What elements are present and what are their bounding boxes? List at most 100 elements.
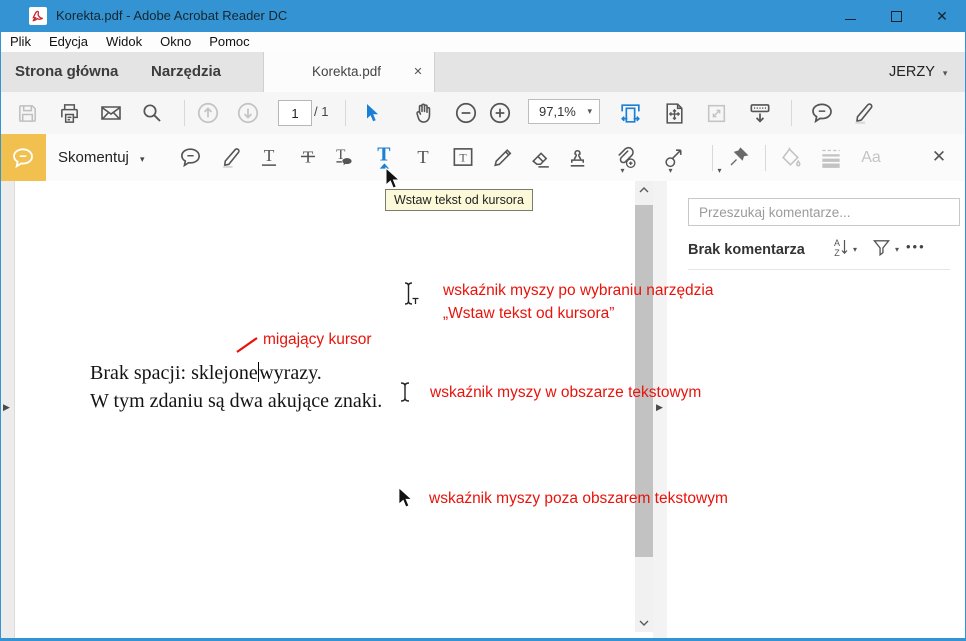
- paperclip-plus-icon: [613, 145, 638, 170]
- zoom-level-select[interactable]: 97,1% ▾: [528, 99, 600, 124]
- acrobat-window: Korekta.pdf - Adobe Acrobat Reader DC ✕ …: [0, 0, 966, 641]
- hand-icon: [412, 101, 437, 126]
- zoom-level-value: 97,1%: [529, 104, 587, 119]
- line-thickness-icon: [818, 144, 844, 170]
- comment-menu-label: Skomentuj: [58, 149, 129, 166]
- replace-text-tool[interactable]: T: [327, 140, 361, 174]
- annotation-note-3: wskaźnik myszy poza obszarem tekstowym: [429, 487, 728, 510]
- email-button[interactable]: [94, 96, 128, 130]
- more-options-icon: •••: [906, 239, 926, 254]
- toolbar-separator: [712, 145, 713, 171]
- previous-page-button[interactable]: [191, 96, 225, 130]
- draw-tool[interactable]: [485, 140, 519, 174]
- sort-comments-button[interactable]: AZ ▾: [833, 237, 853, 257]
- insert-text-icon: T: [377, 144, 390, 166]
- menu-plik[interactable]: Plik: [1, 32, 40, 52]
- tab-home[interactable]: Strona główna: [15, 52, 118, 92]
- menu-widok[interactable]: Widok: [97, 32, 151, 52]
- drawing-shapes-tool[interactable]: ▾: [657, 140, 697, 174]
- chevron-down-icon: ▾: [717, 166, 721, 175]
- save-button[interactable]: [10, 96, 44, 130]
- page-total-label: / 1: [314, 98, 328, 126]
- text-box-tool[interactable]: T: [446, 140, 480, 174]
- maximize-button[interactable]: [873, 0, 919, 32]
- attach-file-tool[interactable]: ▾: [608, 140, 648, 174]
- comment-panel-button[interactable]: [805, 96, 839, 130]
- shapes-icon: [662, 145, 687, 170]
- next-page-button[interactable]: [231, 96, 265, 130]
- close-comment-toolbar-button[interactable]: ✕: [922, 140, 956, 174]
- tab-tools[interactable]: Narzędzia: [151, 52, 221, 92]
- highlight-text-tool[interactable]: [214, 140, 248, 174]
- color-picker-button[interactable]: [774, 140, 808, 174]
- comments-panel: Brak komentarza AZ ▾ ▾ •••: [667, 181, 965, 638]
- comments-empty-label: Brak komentarza: [688, 242, 805, 258]
- chevron-down-icon: ▾: [853, 245, 857, 254]
- comment-menu-button[interactable]: Skomentuj ▾: [58, 134, 145, 181]
- fullscreen-button[interactable]: [699, 96, 733, 130]
- left-pane-strip: ▶: [1, 181, 15, 638]
- title-bar: Korekta.pdf - Adobe Acrobat Reader DC ✕: [0, 0, 966, 32]
- highlighter-icon: [219, 145, 244, 170]
- annotation-blinking-cursor-label: migający kursor: [263, 328, 372, 351]
- text-properties-icon: Aa: [861, 149, 881, 166]
- scroll-up-button[interactable]: [635, 181, 653, 199]
- text-cursor-icon: [398, 381, 412, 403]
- underline-text-icon: T: [264, 146, 275, 165]
- scroll-down-button[interactable]: [635, 614, 653, 632]
- page-down-icon: [235, 100, 261, 126]
- document-line-1: Brak spacji: sklejonewyrazy.: [90, 362, 322, 385]
- comment-bubble-icon: [10, 145, 36, 171]
- tab-document[interactable]: Korekta.pdf ✕: [263, 52, 435, 92]
- toolbar-separator: [184, 100, 185, 126]
- close-button[interactable]: ✕: [919, 0, 965, 32]
- add-text-tool[interactable]: T: [406, 140, 440, 174]
- select-arrow-icon: [360, 101, 384, 125]
- comment-options-button[interactable]: •••: [906, 239, 926, 254]
- expand-left-pane-button[interactable]: ▶: [3, 402, 10, 413]
- zoom-out-button[interactable]: [449, 96, 483, 130]
- fit-width-button[interactable]: [613, 96, 647, 130]
- minimize-button[interactable]: [827, 0, 873, 32]
- tab-bar: Strona główna Narzędzia Korekta.pdf ✕ ? …: [1, 52, 965, 93]
- tab-close-icon[interactable]: ✕: [408, 62, 428, 82]
- line-thickness-button[interactable]: [814, 140, 848, 174]
- text-properties-button[interactable]: Aa: [854, 140, 888, 174]
- tooltip: Wstaw tekst od kursora: [385, 189, 533, 211]
- hand-tool-button[interactable]: [407, 96, 441, 130]
- menu-pomoc[interactable]: Pomoc: [200, 32, 258, 52]
- zoom-in-icon: [487, 100, 513, 126]
- email-icon: [99, 101, 123, 125]
- print-button[interactable]: [52, 96, 86, 130]
- underline-text-tool[interactable]: T: [252, 140, 286, 174]
- document-line-2: W tym zdaniu są dwa akujące znaki.: [90, 390, 382, 413]
- select-tool-button[interactable]: [355, 96, 389, 130]
- menu-okno[interactable]: Okno: [151, 32, 200, 52]
- sticky-note-tool[interactable]: [173, 140, 207, 174]
- chevron-down-icon: ▾: [943, 68, 948, 78]
- search-comments-input[interactable]: [688, 198, 960, 226]
- strikethrough-text-tool[interactable]: T: [291, 140, 325, 174]
- user-menu[interactable]: JERZY▾: [889, 52, 947, 92]
- keep-tool-selected-pin[interactable]: [722, 140, 756, 174]
- close-icon: ✕: [936, 8, 948, 25]
- chevron-down-icon: [639, 620, 649, 626]
- eraser-tool[interactable]: [523, 140, 557, 174]
- text-box-icon: T: [459, 150, 467, 164]
- stamp-icon: [565, 145, 590, 170]
- filter-comments-button[interactable]: ▾: [872, 237, 895, 257]
- search-button[interactable]: [135, 96, 169, 130]
- hide-toolbar-button[interactable]: [743, 96, 777, 130]
- zoom-in-button[interactable]: [483, 96, 517, 130]
- fit-page-button[interactable]: [657, 96, 691, 130]
- highlight-tool-button[interactable]: [847, 96, 881, 130]
- arrow-cursor-icon: [397, 487, 413, 509]
- panel-divider[interactable]: ▶: [653, 181, 668, 638]
- page-number-input[interactable]: [278, 100, 312, 126]
- stamp-tool[interactable]: ▾: [560, 140, 600, 174]
- menu-edycja[interactable]: Edycja: [40, 32, 97, 52]
- comment-mode-tile[interactable]: [0, 134, 46, 181]
- document-scrollbar[interactable]: [635, 181, 653, 632]
- search-icon: [140, 101, 164, 125]
- document-text: wyrazy.: [259, 362, 322, 384]
